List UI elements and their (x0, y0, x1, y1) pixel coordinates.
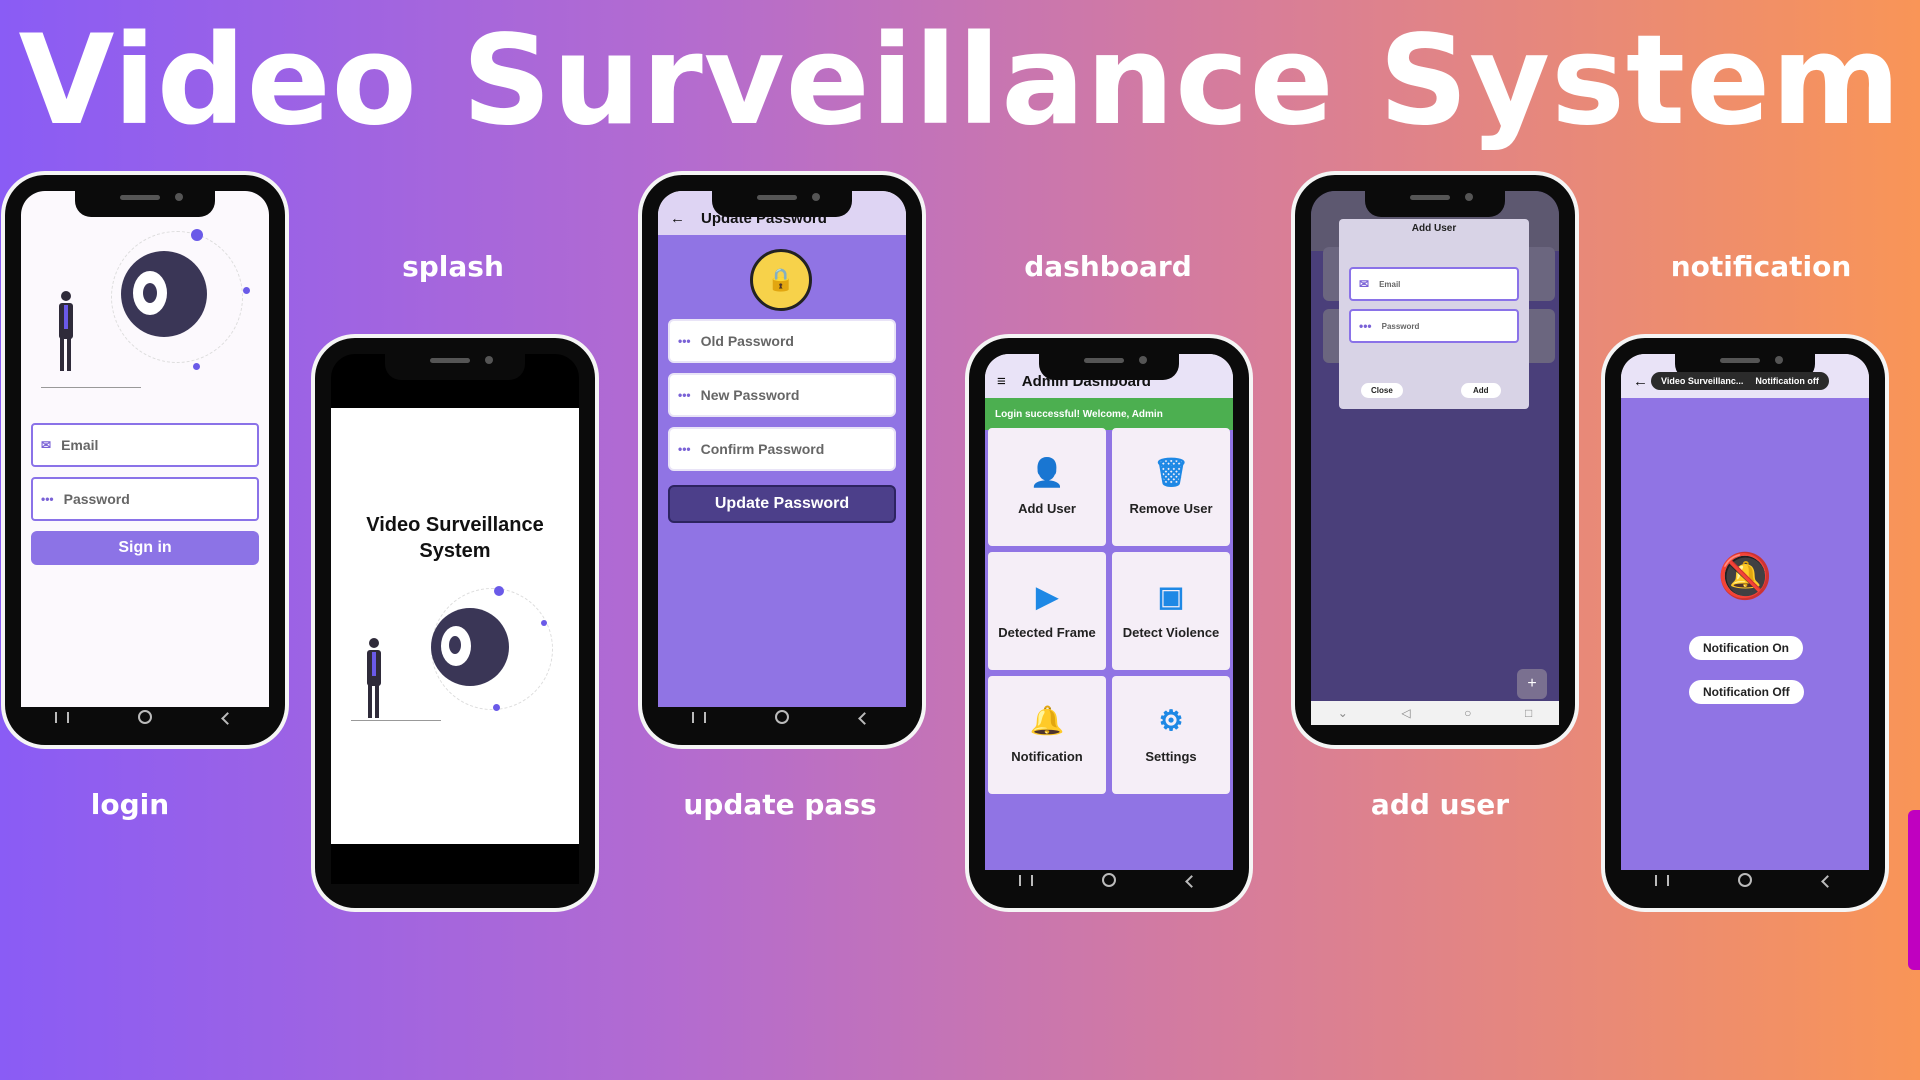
confirm-password-field[interactable]: ••• Confirm Password (668, 427, 896, 471)
chevron-down-icon[interactable]: ⌄ (1338, 706, 1348, 720)
notification-off-button[interactable]: Notification Off (1689, 680, 1804, 704)
password-icon: ••• (678, 388, 691, 402)
add-fab[interactable]: + (1517, 669, 1547, 699)
dashboard-screen: ≡ Admin Dashboard Login successful! Welc… (985, 354, 1233, 870)
add-person-icon: 👤 (1029, 456, 1065, 488)
android-navbar (985, 870, 1233, 892)
detected-frame-card[interactable]: ▶ Detected Frame (988, 552, 1106, 670)
recents-icon[interactable]: □ (1525, 706, 1532, 720)
password-icon: ••• (678, 442, 691, 456)
detect-violence-card[interactable]: ▣ Detect Violence (1112, 552, 1230, 670)
password-icon: ••• (41, 492, 54, 506)
phone-login: ✉ Email ••• Password Sign in (5, 175, 285, 745)
play-icon: ▶ (1036, 580, 1058, 612)
phone-dashboard: ≡ Admin Dashboard Login successful! Welc… (969, 338, 1249, 908)
caption-splash: splash (402, 250, 504, 283)
phone-notch (1365, 187, 1505, 217)
phone-splash: Video Surveillance System (315, 338, 595, 908)
menu-icon[interactable]: ≡ (997, 373, 1006, 390)
add-user-dialog: Add User ✉ Email ••• Password Close Add (1339, 219, 1529, 409)
add-user-card[interactable]: 👤 Add User (988, 428, 1106, 546)
android-navbar (21, 707, 269, 729)
password-icon: ••• (1359, 319, 1372, 333)
phone-notch (1039, 350, 1179, 380)
password-icon: ••• (678, 334, 691, 348)
gear-icon: ⚙ (1158, 704, 1184, 736)
remove-user-card[interactable]: 🗑 Remove User (1112, 428, 1230, 546)
page-title: Video Surveillance System (18, 9, 1902, 153)
recents-icon[interactable] (1647, 873, 1677, 889)
caption-dashboard: dashboard (1024, 250, 1192, 283)
add-button[interactable]: Add (1461, 383, 1501, 398)
caption-login: login (90, 788, 170, 821)
email-field[interactable]: ✉ Email (31, 423, 259, 467)
back-arrow-icon[interactable]: ← (1633, 373, 1648, 390)
home-icon[interactable]: ○ (1464, 706, 1471, 720)
new-password-field[interactable]: ••• New Password (668, 373, 896, 417)
edge-decoration (1908, 810, 1920, 970)
caption-notification: notification (1670, 250, 1852, 283)
android-navbar (658, 707, 906, 729)
phone-notification: ← Video Surveillanc... Notification off … (1605, 338, 1885, 908)
splash-app-name: Video Surveillance System (366, 514, 544, 562)
login-screen: ✉ Email ••• Password Sign in (21, 191, 269, 707)
phone-notch (75, 187, 215, 217)
phone-update-password: ← Update Password 🔒 ••• Old Password •••… (642, 175, 922, 745)
home-icon[interactable] (1094, 872, 1124, 890)
home-icon[interactable] (767, 709, 797, 727)
recents-icon[interactable] (684, 710, 714, 726)
home-icon[interactable] (130, 709, 160, 727)
back-icon[interactable] (1813, 873, 1843, 889)
notification-screen: ← Video Surveillanc... Notification off … (1621, 354, 1869, 870)
android-navbar (1621, 870, 1869, 892)
password-field[interactable]: ••• Password (1349, 309, 1519, 343)
bell-icon: 🔔 (1029, 704, 1065, 736)
video-library-icon: ▣ (1157, 580, 1185, 612)
dialog-title: Add User (1411, 223, 1457, 234)
splash-screen: Video Surveillance System (331, 354, 579, 884)
toast-notification: Video Surveillanc... Notification off (1651, 372, 1829, 390)
home-icon[interactable] (1730, 872, 1760, 890)
phone-notch (712, 187, 852, 217)
trash-icon: 🗑 (1153, 456, 1189, 488)
mail-icon: ✉ (41, 438, 52, 452)
back-icon[interactable] (1177, 873, 1207, 889)
back-icon[interactable] (213, 710, 243, 726)
password-field[interactable]: ••• Password (31, 477, 259, 521)
add-user-screen: Add User ✉ Email ••• Password Close Add … (1311, 191, 1559, 725)
back-arrow-icon[interactable]: ← (670, 210, 685, 227)
old-password-field[interactable]: ••• Old Password (668, 319, 896, 363)
back-icon[interactable]: ◁ (1401, 706, 1410, 720)
notification-card[interactable]: 🔔 Notification (988, 676, 1106, 794)
android-navbar: ⌄ ◁ ○ □ (1311, 701, 1559, 725)
toast-message: Login successful! Welcome, Admin (985, 398, 1233, 430)
recents-icon[interactable] (47, 710, 77, 726)
notification-on-button[interactable]: Notification On (1689, 636, 1803, 660)
email-field[interactable]: ✉ Email (1349, 267, 1519, 301)
phone-notch (385, 350, 525, 380)
bell-off-icon: 🔕 (1717, 552, 1773, 601)
settings-card[interactable]: ⚙ Settings (1112, 676, 1230, 794)
caption-update-pass: update pass (683, 788, 877, 821)
recents-icon[interactable] (1011, 873, 1041, 889)
back-icon[interactable] (850, 710, 880, 726)
sign-in-button[interactable]: Sign in (31, 531, 259, 565)
update-password-screen: ← Update Password 🔒 ••• Old Password •••… (658, 191, 906, 707)
mail-icon: ✉ (1359, 277, 1370, 291)
phone-add-user: Add User ✉ Email ••• Password Close Add … (1295, 175, 1575, 745)
update-password-button[interactable]: Update Password (668, 485, 896, 523)
close-button[interactable]: Close (1361, 383, 1403, 398)
caption-add-user: add user (1370, 788, 1510, 821)
lock-icon: 🔒 (750, 249, 812, 311)
